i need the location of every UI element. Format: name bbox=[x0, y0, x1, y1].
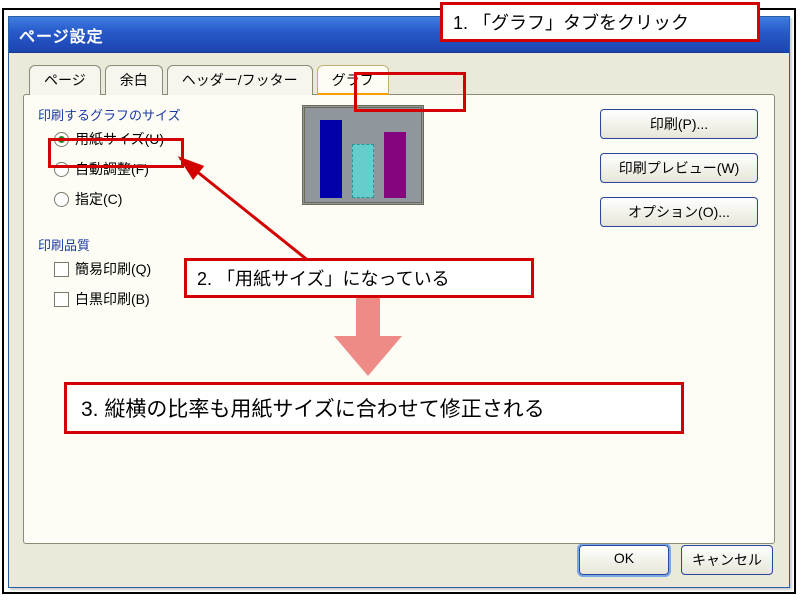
button-label: 印刷プレビュー(W) bbox=[619, 160, 740, 176]
checkbox-icon bbox=[54, 292, 69, 307]
group-print-quality-label: 印刷品質 bbox=[38, 235, 90, 254]
button-label: キャンセル bbox=[692, 552, 762, 568]
tab-margin[interactable]: 余白 bbox=[105, 65, 163, 95]
tab-header-footer[interactable]: ヘッダー/フッター bbox=[167, 65, 313, 95]
preview-bar bbox=[384, 132, 406, 198]
page-setup-dialog: ページ設定 ページ 余白 ヘッダー/フッター グラフ 印刷するグラフのサイズ 用… bbox=[8, 16, 790, 588]
tab-strip: ページ 余白 ヘッダー/フッター グラフ bbox=[29, 65, 775, 95]
radio-icon bbox=[54, 132, 69, 147]
radio-icon bbox=[54, 192, 69, 207]
radio-auto-adjust[interactable]: 自動調整(F) bbox=[54, 159, 149, 179]
annotation-3: 3. 縦横の比率も用紙サイズに合わせて修正される bbox=[64, 382, 684, 434]
radio-specify[interactable]: 指定(C) bbox=[54, 189, 122, 209]
button-label: オプション(O)... bbox=[628, 204, 730, 220]
options-button[interactable]: オプション(O)... bbox=[600, 197, 758, 227]
preview-bar bbox=[352, 144, 374, 198]
checkbox-icon bbox=[54, 262, 69, 277]
button-label: OK bbox=[614, 550, 634, 566]
radio-icon bbox=[54, 162, 69, 177]
radio-label: 自動調整(F) bbox=[75, 159, 149, 179]
radio-label: 指定(C) bbox=[75, 189, 122, 209]
tab-label: 余白 bbox=[120, 72, 148, 88]
chart-preview bbox=[302, 105, 424, 205]
radio-paper-size[interactable]: 用紙サイズ(U) bbox=[54, 129, 164, 149]
tab-label: ページ bbox=[44, 72, 86, 88]
annotation-1: 1. 「グラフ」タブをクリック bbox=[440, 2, 760, 42]
annotation-2: 2. 「用紙サイズ」になっている bbox=[184, 258, 534, 298]
group-chart-size-label: 印刷するグラフのサイズ bbox=[38, 105, 181, 124]
radio-label: 用紙サイズ(U) bbox=[75, 129, 164, 149]
window-title: ページ設定 bbox=[19, 23, 104, 47]
check-label: 簡易印刷(Q) bbox=[75, 259, 151, 279]
tab-page[interactable]: ページ bbox=[29, 65, 101, 95]
button-label: 印刷(P)... bbox=[650, 116, 708, 132]
preview-bar bbox=[320, 120, 342, 198]
tab-panel-graph: 印刷するグラフのサイズ 用紙サイズ(U) 自動調整(F) 指定(C) bbox=[23, 94, 775, 544]
cancel-button[interactable]: キャンセル bbox=[681, 545, 773, 575]
print-button[interactable]: 印刷(P)... bbox=[600, 109, 758, 139]
client-area: ページ 余白 ヘッダー/フッター グラフ 印刷するグラフのサイズ 用紙サイズ(U… bbox=[9, 53, 789, 587]
dialog-buttons: OK キャンセル bbox=[579, 545, 773, 575]
ok-button[interactable]: OK bbox=[579, 545, 669, 575]
annotation-text: 2. 「用紙サイズ」になっている bbox=[197, 269, 450, 289]
annotation-text: 3. 縦横の比率も用紙サイズに合わせて修正される bbox=[81, 398, 545, 421]
check-label: 白黒印刷(B) bbox=[75, 289, 150, 309]
annotation-text: 1. 「グラフ」タブをクリック bbox=[453, 13, 689, 33]
tab-label: ヘッダー/フッター bbox=[182, 72, 298, 88]
print-preview-button[interactable]: 印刷プレビュー(W) bbox=[600, 153, 758, 183]
check-bw-print[interactable]: 白黒印刷(B) bbox=[54, 289, 150, 309]
tab-graph[interactable]: グラフ bbox=[317, 65, 389, 95]
action-buttons: 印刷(P)... 印刷プレビュー(W) オプション(O)... bbox=[600, 109, 758, 227]
check-simple-print[interactable]: 簡易印刷(Q) bbox=[54, 259, 151, 279]
tab-label: グラフ bbox=[332, 72, 374, 88]
